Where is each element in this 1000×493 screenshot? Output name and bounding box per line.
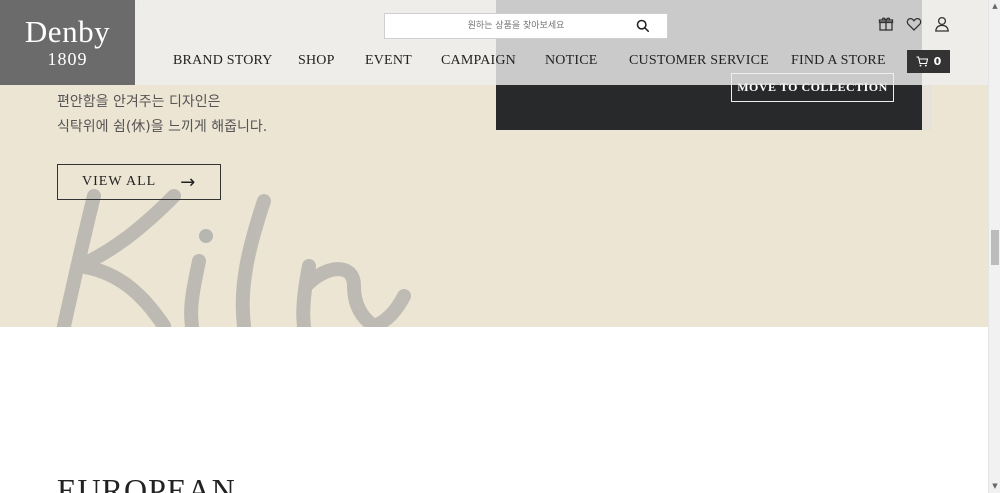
- scroll-thumb[interactable]: [991, 230, 999, 265]
- nav-campaign[interactable]: CAMPAIGN: [441, 53, 516, 69]
- search-icon[interactable]: [636, 19, 650, 33]
- heart-icon: [906, 17, 922, 31]
- cart-button[interactable]: 0: [907, 50, 950, 73]
- scrollbar[interactable]: ▲ ▼: [988, 0, 1000, 493]
- logo-name: Denby: [24, 14, 111, 49]
- scroll-down-icon[interactable]: ▼: [991, 482, 999, 490]
- scroll-up-icon[interactable]: ▲: [991, 2, 999, 10]
- user-icon: [935, 16, 949, 32]
- site-header: Denby 1809 BRAND STORY SHOP EVENT CAMPA: [0, 0, 988, 85]
- search-bar: [384, 13, 668, 39]
- view-all-label: VIEW ALL: [82, 174, 157, 189]
- section-heading: EUROPEAN: [57, 472, 236, 493]
- wishlist-button[interactable]: [906, 16, 922, 37]
- hero-copy-line-2: 식탁위에 쉼(休)을 느끼게 해줍니다.: [57, 119, 268, 135]
- account-button[interactable]: [934, 16, 950, 37]
- nav-event[interactable]: EVENT: [365, 53, 412, 69]
- nav-notice[interactable]: NOTICE: [545, 53, 598, 69]
- logo-year: 1809: [47, 49, 88, 69]
- nav-brand-story[interactable]: BRAND STORY: [173, 53, 273, 69]
- view-all-button[interactable]: VIEW ALL →: [57, 164, 221, 200]
- gift-button[interactable]: [878, 16, 894, 37]
- nav-shop[interactable]: SHOP: [298, 53, 335, 69]
- search-input[interactable]: [385, 14, 667, 38]
- nav-find-a-store[interactable]: FIND A STORE: [791, 53, 886, 69]
- logo[interactable]: Denby 1809: [0, 0, 135, 85]
- cart-count: 0: [933, 55, 942, 68]
- cart-icon: [916, 56, 928, 67]
- gift-icon: [878, 17, 894, 31]
- kiln-script-watermark: [57, 189, 411, 327]
- panel-edge: [922, 85, 932, 130]
- hero-copy-line-1: 편안함을 안겨주는 디자인은: [57, 94, 221, 110]
- hero-copy: 편안함을 안겨주는 디자인은 식탁위에 쉼(休)을 느끼게 해줍니다.: [57, 90, 267, 140]
- arrow-right-icon: →: [180, 171, 197, 193]
- nav-customer-service[interactable]: CUSTOMER SERVICE: [629, 53, 769, 69]
